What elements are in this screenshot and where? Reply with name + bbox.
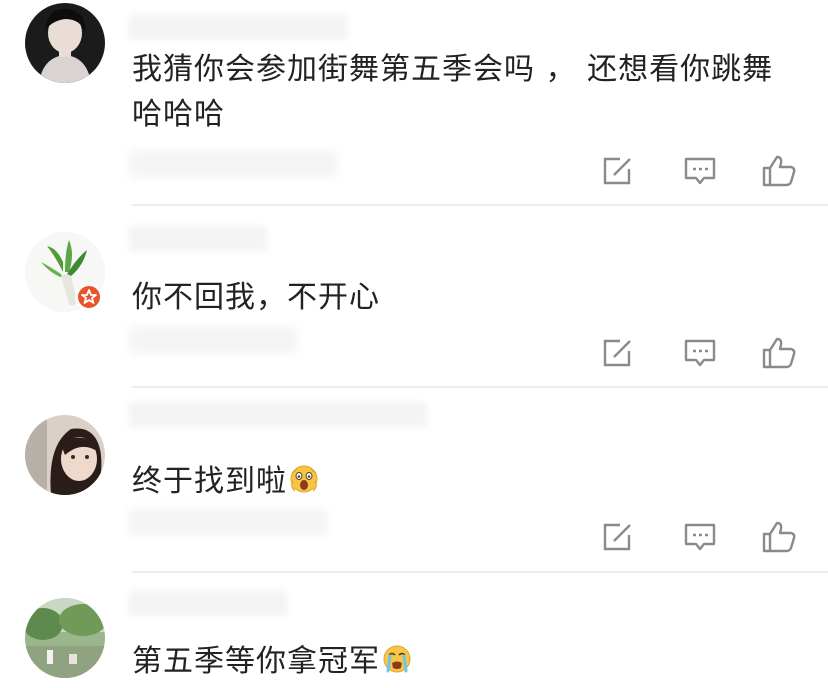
- avatar[interactable]: [25, 598, 105, 678]
- username-redacted: [128, 402, 428, 428]
- avatar-woman-portrait-icon: [25, 3, 105, 83]
- verified-badge-icon: [81, 289, 97, 304]
- username-redacted: [128, 14, 348, 40]
- comment-text-content: 我猜你会参加街舞第五季会吗 ， 还想看你跳舞哈哈哈: [132, 52, 774, 132]
- avatar-girl-portrait-icon: [25, 415, 105, 495]
- comment-text: 第五季等你拿冠军: [132, 639, 792, 688]
- comment-actions: [600, 154, 800, 188]
- share-button[interactable]: [600, 520, 636, 554]
- shocked-emoji-icon: [289, 463, 319, 508]
- like-icon: [762, 337, 796, 369]
- share-icon: [603, 339, 631, 367]
- share-button[interactable]: [600, 336, 636, 370]
- like-icon: [762, 155, 796, 187]
- like-icon: [762, 521, 796, 553]
- comment-icon: [684, 523, 716, 551]
- comment-text: 你不回我，不开心: [132, 275, 792, 320]
- divider: [132, 386, 828, 388]
- like-button[interactable]: [761, 520, 797, 554]
- verified-badge: [75, 283, 103, 311]
- comment-text-content: 第五季等你拿冠军: [132, 644, 380, 679]
- username-redacted: [128, 226, 268, 252]
- comment-meta-redacted: [128, 326, 298, 354]
- divider: [132, 204, 828, 206]
- comment-icon: [684, 157, 716, 185]
- avatar[interactable]: [25, 415, 105, 495]
- reply-button[interactable]: [682, 520, 718, 554]
- divider: [132, 571, 828, 573]
- like-button[interactable]: [761, 154, 797, 188]
- like-button[interactable]: [761, 336, 797, 370]
- comment-actions: [600, 336, 800, 370]
- comment-icon: [684, 339, 716, 367]
- comment-meta-redacted: [128, 150, 338, 178]
- comment-text-content: 你不回我，不开心: [132, 280, 380, 315]
- avatar-outdoor-scene-icon: [25, 598, 105, 678]
- comment-text: 终于找到啦: [132, 459, 792, 508]
- reply-button[interactable]: [682, 154, 718, 188]
- avatar[interactable]: [25, 3, 105, 83]
- comment-meta-redacted: [128, 508, 328, 536]
- share-button[interactable]: [600, 154, 636, 188]
- comment-actions: [600, 520, 800, 554]
- comment-text-content: 终于找到啦: [132, 464, 287, 499]
- reply-button[interactable]: [682, 336, 718, 370]
- username-redacted: [128, 590, 288, 616]
- crying-emoji-icon: [382, 643, 412, 688]
- share-icon: [603, 523, 631, 551]
- share-icon: [603, 157, 631, 185]
- comment-text: 我猜你会参加街舞第五季会吗 ， 还想看你跳舞哈哈哈: [132, 47, 792, 137]
